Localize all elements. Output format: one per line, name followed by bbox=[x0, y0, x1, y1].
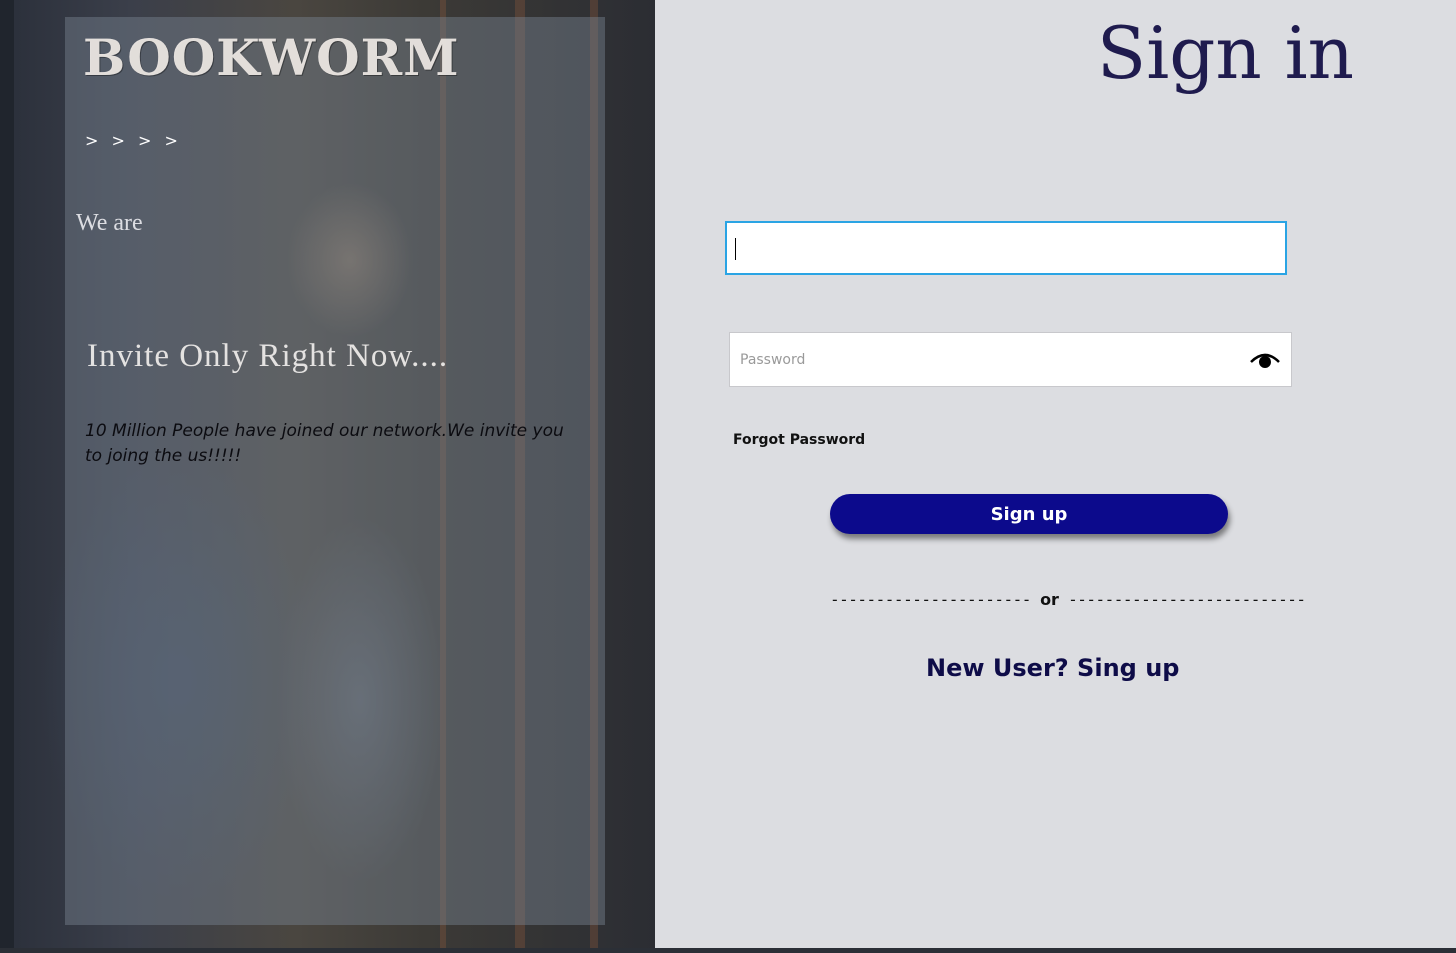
invite-heading: Invite Only Right Now.... bbox=[87, 338, 449, 374]
new-user-signup-link[interactable]: New User? Sing up bbox=[926, 654, 1179, 682]
sign-up-button[interactable]: Sign up bbox=[830, 494, 1228, 534]
text-caret bbox=[735, 238, 736, 260]
divider-or-text: or bbox=[1040, 590, 1059, 609]
arrows-decoration: > > > > bbox=[85, 131, 182, 150]
brand-logo: BOOKWORM bbox=[83, 28, 460, 87]
hero-overlay-card bbox=[65, 17, 605, 925]
sign-in-screen: BOOKWORM > > > > We are Invite Only Righ… bbox=[0, 0, 1456, 953]
divider-dashes-left: ---------------------- bbox=[830, 590, 1031, 609]
password-field bbox=[729, 332, 1292, 387]
divider-dashes-right: -------------------------- bbox=[1068, 590, 1306, 609]
eye-icon[interactable] bbox=[1249, 346, 1281, 374]
password-input[interactable] bbox=[730, 333, 1250, 386]
we-are-text: We are bbox=[76, 210, 143, 236]
hero-panel: BOOKWORM > > > > We are Invite Only Righ… bbox=[0, 0, 655, 950]
forgot-password-link[interactable]: Forgot Password bbox=[733, 432, 865, 448]
page-title: Sign in bbox=[1096, 11, 1354, 95]
or-divider: ---------------------- or --------------… bbox=[830, 590, 1306, 609]
bottom-status-strip bbox=[0, 948, 1456, 953]
form-panel: Sign in bbox=[655, 0, 1456, 950]
panel-edge bbox=[0, 0, 14, 950]
email-input[interactable] bbox=[725, 221, 1287, 275]
invite-description: 10 Million People have joined our networ… bbox=[85, 421, 564, 466]
